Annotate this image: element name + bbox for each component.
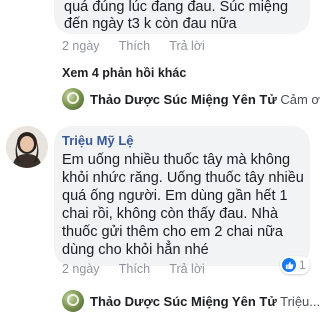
comment-reply-link[interactable]: Trả lời (169, 262, 205, 276)
reply-preview-2[interactable]: Thảo Dược Súc Miệng Yên Tử Triệu... (90, 294, 320, 309)
top-comment-like-link[interactable]: Thích (119, 39, 150, 53)
comment-line-6: dùng cho khỏi hẳn nhé (62, 242, 209, 258)
comment-author[interactable]: Triệu Mỹ Lệ (62, 133, 134, 148)
reaction-badge[interactable]: 1 (280, 256, 310, 274)
reply-preview-2-text: Triệu... (280, 294, 320, 309)
top-comment-actions: 2 ngày Thích Trả lời (62, 39, 221, 53)
top-comment-reply-link[interactable]: Trả lời (169, 39, 205, 53)
page-avatar-2[interactable] (62, 290, 84, 312)
user-photo-icon (6, 126, 48, 168)
page-avatar[interactable] (62, 88, 84, 110)
view-more-replies-link[interactable]: Xem 4 phản hồi khác (62, 66, 186, 80)
reply-preview-1-author[interactable]: Thảo Dược Súc Miệng Yên Tử (90, 92, 277, 107)
comment-line-4: chai rồi, không còn thấy đau. Nhà (62, 206, 279, 222)
comment-time: 2 ngày (62, 262, 100, 276)
reply-preview-1[interactable]: Thảo Dược Súc Miệng Yên Tử Cảm ơ... (90, 92, 320, 107)
like-reaction-icon (282, 258, 296, 272)
user-avatar[interactable] (6, 126, 48, 168)
top-comment-line-2: đến ngày t3 k còn đau nữa (64, 16, 237, 32)
reaction-count: 1 (299, 258, 306, 272)
reply-preview-1-text: Cảm ơ... (280, 92, 320, 107)
comment-line-2: khỏi nhức răng. Uống thuốc tây nhiều (62, 170, 304, 186)
top-comment-time: 2 ngày (62, 39, 100, 53)
top-comment-bubble: quá đúng lúc đang đau. Súc miệng đến ngà… (54, 0, 310, 34)
comment-line-3: quá ống người. Em dùng gần hết 1 (62, 188, 288, 204)
reply-preview-2-author[interactable]: Thảo Dược Súc Miệng Yên Tử (90, 294, 277, 309)
comment-line-5: thuốc gửi thêm cho em 2 chai nữa (62, 224, 283, 240)
comment-like-link[interactable]: Thích (119, 262, 150, 276)
comment-bubble: Triệu Mỹ Lệ Em uống nhiều thuốc tây mà k… (54, 126, 310, 266)
comment-actions: 2 ngày Thích Trả lời (62, 262, 221, 276)
comment-line-1: Em uống nhiều thuốc tây mà không (62, 152, 291, 168)
